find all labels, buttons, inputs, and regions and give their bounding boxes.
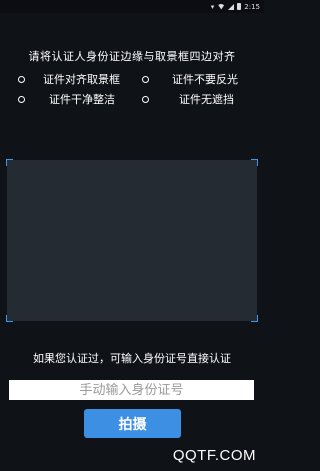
location-icon: ▾ (210, 2, 215, 11)
radio-circle-icon (18, 75, 25, 83)
tip-item: 证件干净整洁 (18, 92, 115, 106)
frame-corner (251, 315, 258, 322)
frame-corner (6, 159, 13, 166)
frame-corner (6, 315, 13, 322)
wifi-icon (217, 3, 226, 10)
tip-label: 证件对齐取景框 (43, 73, 120, 86)
viewfinder-frame (6, 159, 258, 322)
tip-item: 证件无遮挡 (142, 92, 234, 106)
frame-corner (251, 159, 258, 166)
tip-label: 证件无遮挡 (179, 93, 234, 106)
tip-label: 证件干净整洁 (49, 93, 115, 106)
manual-entry-hint: 如果您认证过，可输入身份证号直接认证 (33, 352, 231, 365)
shoot-button[interactable]: 拍摄 (84, 409, 181, 438)
radio-circle-icon (142, 75, 149, 83)
battery-icon (237, 3, 242, 10)
watermark-text: QQTF.COM (172, 447, 256, 464)
status-bar: ▾ 2:15 (0, 0, 264, 13)
tip-label: 证件不要反光 (172, 73, 238, 86)
tip-item: 证件不要反光 (142, 72, 238, 86)
alignment-instruction: 请将认证人身份证边缘与取景框四边对齐 (28, 50, 236, 63)
status-icons: ▾ 2:15 (211, 1, 260, 12)
radio-circle-icon (142, 95, 149, 103)
status-time: 2:15 (244, 2, 260, 11)
id-number-input[interactable] (9, 380, 254, 400)
cell-signal-icon (228, 3, 235, 10)
tip-item: 证件对齐取景框 (18, 72, 120, 86)
radio-circle-icon (18, 95, 25, 103)
